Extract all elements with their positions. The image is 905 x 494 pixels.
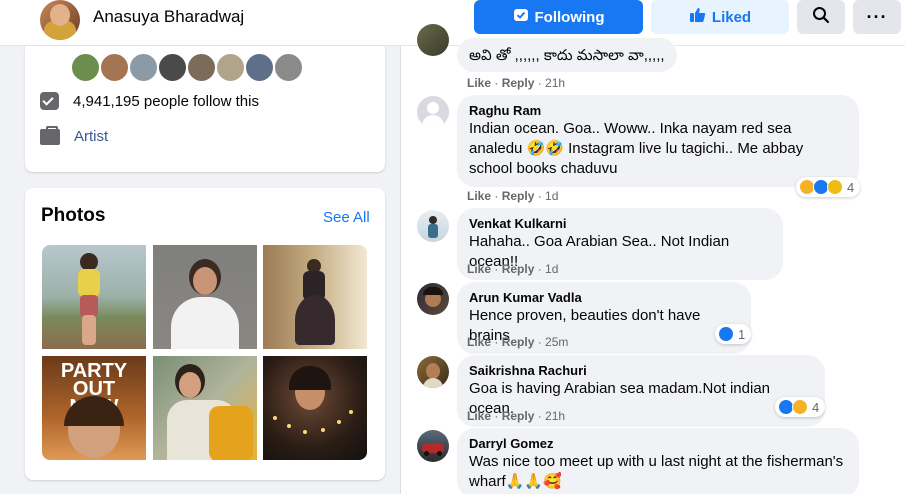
comment-text: Was nice too meet up with u last night a… (469, 453, 844, 490)
commenter-name[interactable]: Darryl Gomez (469, 436, 847, 452)
reaction-summary[interactable]: 1 (715, 324, 752, 344)
reaction-count: 4 (847, 179, 855, 195)
comment-actions: Like · Reply · 1d (467, 262, 559, 276)
friend-avatar[interactable] (70, 52, 101, 83)
reply-comment-link[interactable]: Reply (502, 409, 535, 423)
comment-bubble: Darryl Gomez Was nice too meet up with u… (457, 428, 859, 494)
comment-text: అవి తో ,,,,,, కాదు మసాలా వా,,,,, (469, 47, 665, 64)
see-all-photos-link[interactable]: See All (323, 209, 370, 226)
commenter-avatar[interactable] (417, 96, 449, 128)
more-icon: ··· (866, 6, 888, 27)
friend-avatar[interactable] (186, 52, 217, 83)
photo-thumbnail[interactable] (263, 356, 367, 460)
reply-comment-link[interactable]: Reply (502, 189, 535, 203)
comment-time[interactable]: 21h (545, 76, 565, 90)
comment-text: Indian ocean. Goa.. Woww.. Inka nayam re… (469, 120, 804, 177)
search-icon (812, 6, 830, 28)
liked-label: Liked (711, 8, 752, 26)
commenter-name[interactable]: Arun Kumar Vadla (469, 290, 739, 306)
follow-check-icon (40, 92, 59, 110)
liked-button[interactable]: Liked (651, 0, 789, 34)
like-comment-link[interactable]: Like (467, 409, 491, 423)
comment-time[interactable]: 1d (545, 262, 558, 276)
commenter-name[interactable]: Venkat Kulkarni (469, 216, 771, 232)
friend-avatar[interactable] (128, 52, 159, 83)
friend-avatar[interactable] (273, 52, 304, 83)
comment-time[interactable]: 1d (545, 189, 558, 203)
reply-comment-link[interactable]: Reply (502, 76, 535, 90)
page-header: Anasuya Bharadwaj Following Liked ··· (0, 0, 905, 46)
page-avatar[interactable] (40, 0, 80, 40)
photo-thumbnail[interactable]: PARTY OUT NOW (42, 356, 146, 460)
followers-count: 4,941,195 people follow this (73, 92, 259, 110)
reaction-summary[interactable]: 4 (775, 397, 826, 417)
like-comment-link[interactable]: Like (467, 262, 491, 276)
briefcase-icon (40, 125, 60, 145)
category-link[interactable]: Artist (74, 128, 108, 145)
reaction-summary[interactable]: 4 (796, 177, 861, 197)
following-button[interactable]: Following (474, 0, 643, 34)
following-label: Following (534, 8, 605, 26)
photos-title: Photos (41, 205, 106, 226)
comment-bubble: అవి తో ,,,,,, కాదు మసాలా వా,,,,, (457, 38, 677, 72)
wow-reaction-icon (827, 179, 843, 195)
comment-time[interactable]: 25m (545, 335, 568, 349)
haha-reaction-icon (792, 399, 808, 415)
reaction-count: 1 (738, 326, 746, 342)
friend-avatar[interactable] (157, 52, 188, 83)
search-button[interactable] (797, 0, 845, 34)
friend-avatars (70, 52, 304, 83)
photo-thumbnail[interactable] (42, 245, 146, 349)
friend-avatar[interactable] (99, 52, 130, 83)
friend-avatar[interactable] (215, 52, 246, 83)
comment-time[interactable]: 21h (545, 409, 565, 423)
comment-actions: Like · Reply · 1d (467, 189, 559, 203)
reply-comment-link[interactable]: Reply (502, 335, 535, 349)
like-comment-link[interactable]: Like (467, 189, 491, 203)
followers-row: 4,941,195 people follow this (40, 92, 259, 110)
reaction-count: 4 (812, 399, 820, 415)
following-icon (513, 7, 529, 27)
friend-avatar[interactable] (244, 52, 275, 83)
comment-actions: Like · Reply · 21h (467, 409, 566, 423)
commenter-avatar[interactable] (417, 283, 449, 315)
photo-thumbnail[interactable] (263, 245, 367, 349)
commenter-name[interactable]: Raghu Ram (469, 103, 847, 119)
category-row: Artist (40, 125, 108, 145)
like-reaction-icon (718, 326, 734, 342)
commenter-name[interactable]: Saikrishna Rachuri (469, 363, 813, 379)
commenter-avatar[interactable] (417, 430, 449, 462)
commenter-avatar[interactable] (417, 210, 449, 242)
more-options-button[interactable]: ··· (853, 0, 901, 34)
reply-comment-link[interactable]: Reply (502, 262, 535, 276)
comment-bubble: Raghu Ram Indian ocean. Goa.. Woww.. Ink… (457, 95, 859, 187)
commenter-avatar[interactable] (417, 356, 449, 388)
page-title[interactable]: Anasuya Bharadwaj (93, 7, 244, 27)
photo-thumbnail[interactable] (153, 245, 257, 349)
thumbs-up-icon (689, 7, 706, 27)
commenter-avatar[interactable] (417, 24, 449, 56)
comment-actions: Like · Reply · 21h (467, 76, 566, 90)
like-comment-link[interactable]: Like (467, 335, 491, 349)
comment-actions: Like · Reply · 25m (467, 335, 569, 349)
photo-thumbnail[interactable] (153, 356, 257, 460)
like-comment-link[interactable]: Like (467, 76, 491, 90)
column-divider (400, 46, 401, 494)
